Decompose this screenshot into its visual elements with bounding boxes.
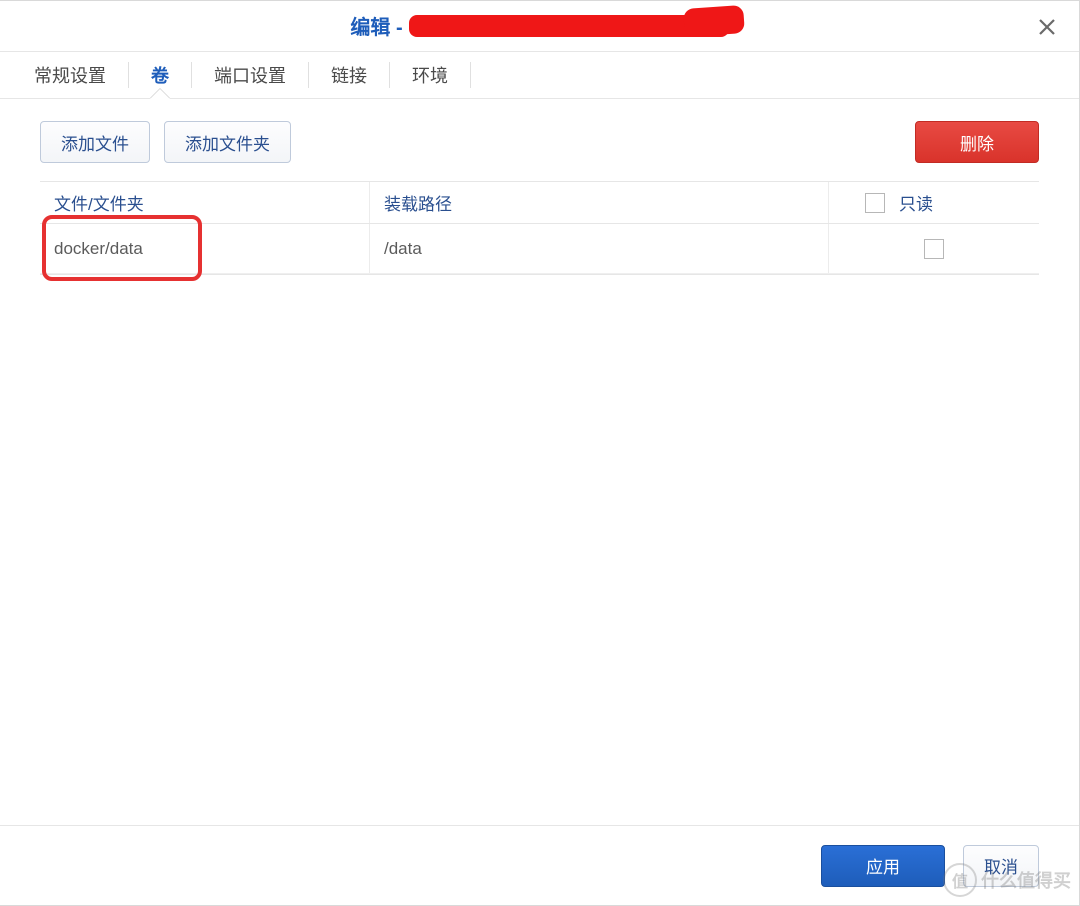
edit-dialog: 编辑 - 常规设置 卷 端口设置 链接 环境 添加文件 添加文件夹 删除 文件/… <box>0 0 1080 906</box>
col-header-mount[interactable]: 装载路径 <box>370 182 829 223</box>
dialog-title: 编辑 - <box>350 11 402 40</box>
tab-label: 卷 <box>151 62 169 88</box>
dialog-footer: 应用 取消 <box>0 825 1079 905</box>
volume-table: 文件/文件夹 装载路径 只读 docker/data /data <box>40 181 1039 275</box>
tab-separator <box>470 62 471 88</box>
tab-label: 常规设置 <box>34 62 106 88</box>
tab-environment[interactable]: 环境 <box>390 52 470 98</box>
col-header-readonly: 只读 <box>829 182 1039 223</box>
apply-button[interactable]: 应用 <box>821 845 945 887</box>
tab-label: 环境 <box>412 62 448 88</box>
tab-general[interactable]: 常规设置 <box>12 52 128 98</box>
tab-bar: 常规设置 卷 端口设置 链接 环境 <box>0 51 1079 99</box>
toolbar: 添加文件 添加文件夹 删除 <box>0 99 1079 181</box>
table-header: 文件/文件夹 装载路径 只读 <box>40 182 1039 224</box>
add-file-button[interactable]: 添加文件 <box>40 121 150 163</box>
tab-links[interactable]: 链接 <box>309 52 389 98</box>
tab-port[interactable]: 端口设置 <box>192 52 308 98</box>
col-header-file[interactable]: 文件/文件夹 <box>40 182 370 223</box>
tab-label: 端口设置 <box>214 62 286 88</box>
close-button[interactable] <box>1033 13 1061 41</box>
delete-button[interactable]: 删除 <box>915 121 1039 163</box>
cell-readonly <box>829 224 1039 273</box>
col-header-readonly-label: 只读 <box>899 190 933 215</box>
readonly-checkbox[interactable] <box>924 239 944 259</box>
cell-mount: /data <box>370 224 829 273</box>
redacted-title-portion <box>409 15 729 37</box>
close-icon <box>1037 17 1057 37</box>
add-folder-button[interactable]: 添加文件夹 <box>164 121 291 163</box>
readonly-header-checkbox[interactable] <box>865 193 885 213</box>
table-row[interactable]: docker/data /data <box>40 224 1039 274</box>
tab-volume[interactable]: 卷 <box>129 52 191 98</box>
title-bar: 编辑 - <box>0 1 1079 51</box>
tab-label: 链接 <box>331 62 367 88</box>
cancel-button[interactable]: 取消 <box>963 845 1039 887</box>
cell-file: docker/data <box>40 224 370 273</box>
